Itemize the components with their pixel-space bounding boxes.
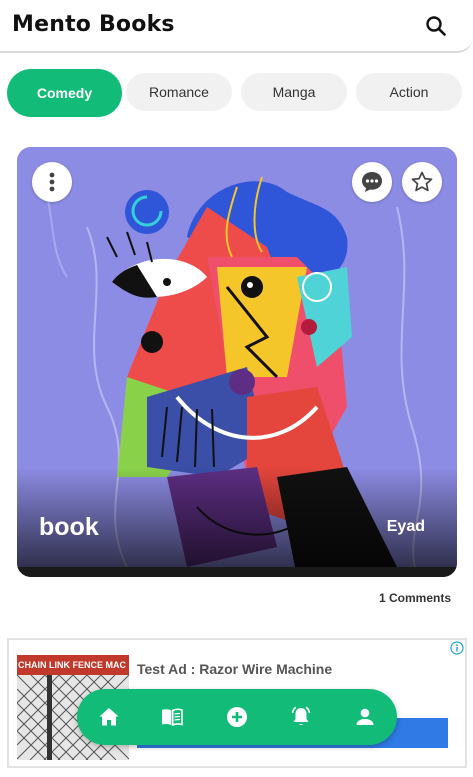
app-screen: Mento Books Comedy Romance Manga Action [0, 0, 473, 777]
comment-icon [362, 172, 382, 192]
search-button[interactable] [425, 15, 447, 37]
ad-title[interactable]: Test Ad : Razor Wire Machine [137, 661, 332, 677]
book-title: book [39, 513, 99, 541]
book-author: Eyad [386, 518, 425, 535]
search-icon [426, 16, 446, 36]
home-icon[interactable] [97, 705, 121, 729]
comment-button[interactable] [352, 162, 392, 202]
more-vertical-icon [49, 172, 55, 192]
category-tabs: Comedy Romance Manga Action [7, 69, 467, 117]
comments-count[interactable]: 1 Comments [379, 591, 451, 605]
tab-manga[interactable]: Manga [241, 73, 347, 111]
star-outline-icon [411, 171, 433, 192]
ad-image-caption: CHAIN LINK FENCE MAC [17, 655, 129, 675]
add-icon[interactable] [225, 705, 249, 729]
info-icon[interactable] [450, 641, 464, 655]
more-options-button[interactable] [32, 162, 72, 202]
tab-action[interactable]: Action [356, 73, 462, 111]
card-footer-strip [17, 567, 457, 577]
bell-icon[interactable] [289, 705, 313, 729]
tab-comedy[interactable]: Comedy [7, 69, 122, 117]
top-app-bar: Mento Books [0, 0, 473, 53]
book-icon[interactable] [160, 705, 184, 729]
app-title: Mento Books [12, 12, 175, 37]
book-card[interactable]: book Eyad [17, 147, 457, 577]
person-icon[interactable] [353, 705, 377, 729]
bottom-navigation [77, 689, 397, 745]
tab-romance[interactable]: Romance [126, 73, 232, 111]
favorite-button[interactable] [402, 162, 442, 202]
